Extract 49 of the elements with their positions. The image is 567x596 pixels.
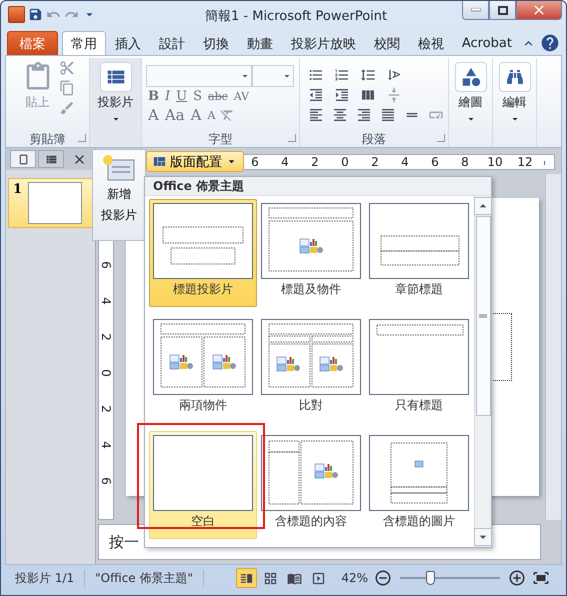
layout-option[interactable]: 含標題的內容 [257,431,365,539]
format-button[interactable]: B [146,89,161,104]
layout-option[interactable]: 章節標題 [365,199,473,307]
format-button[interactable]: AV [232,90,252,103]
ribbon-tab[interactable]: 設計 [150,31,194,55]
format-button[interactable]: abc [206,90,230,103]
ruler-number: 6 [98,477,114,485]
font-size-button[interactable]: A [188,106,204,124]
new-slide-button[interactable]: 新增 投影片 [92,149,146,241]
font-size-button[interactable]: Aa [162,106,187,124]
ribbon-tab[interactable]: 檢視 [408,31,453,55]
ribbon-tab[interactable]: 常用 [62,31,106,55]
menu-heading: Office 佈景主題 [153,178,244,194]
theme-name: "Office 佈景主題" [85,570,204,586]
layout-option[interactable]: 標題投影片 [149,199,257,307]
ruler-number: 0 [98,369,114,377]
window-title: 簡報1 - Microsoft PowerPoint [205,8,388,25]
layout-option[interactable]: 兩項物件 [149,315,257,423]
layout-button[interactable]: 版面配置 [146,151,244,172]
format-button[interactable]: U [174,89,190,104]
group-label: 段落 [362,130,386,148]
layout-option[interactable]: 標題及物件 [257,199,365,307]
ribbon-tab[interactable]: 切換 [194,31,238,55]
drawing-button[interactable]: 繪圖 [452,60,488,145]
ribbon-tab[interactable]: 插入 [106,31,150,55]
zoom-level: 42% [341,571,368,585]
slide-counter: 投影片 1/1 [5,570,86,586]
layout-option[interactable]: 比對 [257,315,365,423]
layout-option[interactable]: 只有標題 [365,315,473,423]
ruler-number: 6 [98,261,114,269]
group-label: 字型 [208,130,232,148]
format-button[interactable]: S [191,89,204,104]
layout-option[interactable]: 空白 [149,431,257,539]
ribbon-tab[interactable]: 校閱 [364,31,409,55]
ribbon-tab[interactable]: 動畫 [238,31,282,55]
layout-option[interactable]: 含標題的圖片 [365,431,473,539]
ribbon-tab[interactable]: 投影片放映 [282,31,365,55]
editing-button[interactable]: 編輯 [496,60,532,145]
ruler-number: 2 [98,333,114,341]
ribbon-tab[interactable]: Acrobat [452,31,521,55]
file-tab[interactable]: 檔案 [7,31,58,55]
ruler-number: 4 [98,441,114,449]
slide-thumbnail[interactable]: 1 [8,178,93,228]
ruler-number: 2 [98,405,114,413]
ruler-number: 4 [98,297,114,305]
font-size-button[interactable]: A [146,106,161,124]
group-label: 剪貼簿 [30,130,66,148]
format-button[interactable]: I [163,89,172,104]
font-size-button[interactable]: A [205,108,218,122]
